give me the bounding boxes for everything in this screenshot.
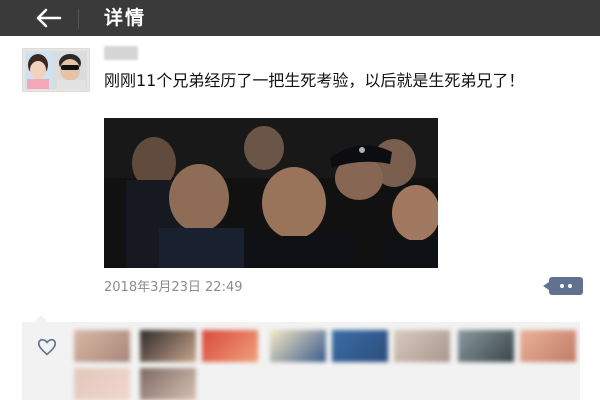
liker-avatar[interactable] [202,330,258,362]
liker-avatar[interactable] [270,330,326,362]
comment-more-button[interactable] [543,277,583,295]
liker-avatar[interactable] [74,330,130,362]
arrow-left-icon [36,8,62,28]
username-blurred[interactable] [104,46,138,60]
liker-avatar[interactable] [332,330,388,362]
back-button[interactable] [28,0,68,36]
page-title: 详情 [104,7,147,29]
liker-avatar[interactable] [74,368,130,400]
liker-avatar[interactable] [520,330,576,362]
heart-icon [37,338,57,356]
header-divider [78,9,79,29]
liker-avatar[interactable] [140,330,196,362]
liker-avatar[interactable] [140,368,196,400]
top-bar: 详情 [0,0,600,36]
post-text: 刚刚11个兄弟经历了一把生死考验，以后就是生死弟兄了！ [104,71,525,90]
liker-avatar[interactable] [394,330,450,362]
post-timestamp: 2018年3月23日 22:49 [104,280,243,295]
avatar[interactable] [22,48,90,92]
likes-panel [22,315,580,400]
comment-more-icon [543,282,549,290]
group-selfie-photo[interactable] [104,118,438,268]
liker-avatar[interactable] [458,330,514,362]
